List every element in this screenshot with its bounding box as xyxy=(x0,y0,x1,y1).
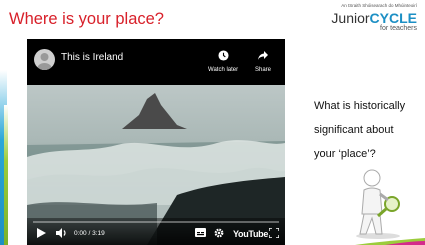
logo-wordmark: JuniorCYCLE xyxy=(331,11,417,25)
subtitles-icon[interactable] xyxy=(195,228,206,237)
youtube-video-player[interactable]: This is Ireland Watch later Share 0:00 /… xyxy=(27,39,285,245)
video-title[interactable]: This is Ireland xyxy=(61,52,123,63)
fullscreen-icon[interactable] xyxy=(269,228,279,238)
question-line-2: significant about xyxy=(314,124,394,136)
channel-avatar[interactable] xyxy=(34,49,55,70)
logo-tagline: An tSraith Shóisearach do Mhúinteoirí xyxy=(341,3,417,8)
watch-later-button[interactable]: Watch later xyxy=(208,48,238,73)
progress-bar[interactable] xyxy=(33,221,279,223)
logo-cycle: CYCLE xyxy=(369,10,417,26)
share-label: Share xyxy=(255,67,272,73)
clock-icon xyxy=(218,50,229,61)
question-line-1: What is historically xyxy=(314,100,406,112)
logo-subtitle: for teachers xyxy=(380,25,417,32)
share-icon xyxy=(258,51,268,60)
logo-junior: Junior xyxy=(331,10,370,26)
settings-icon[interactable] xyxy=(214,228,224,238)
time-display: 0:00 / 3:19 xyxy=(74,230,105,237)
watch-later-label: Watch later xyxy=(208,67,239,73)
share-button[interactable]: Share xyxy=(255,48,271,73)
decorative-swoosh xyxy=(355,238,425,245)
question-line-3: your ‘place’? xyxy=(314,148,376,160)
player-controls: 0:00 / 3:19 YouTube xyxy=(27,218,285,245)
magnifier-figure-illustration xyxy=(356,169,400,239)
junior-cycle-logo: An tSraith Shóisearach do Mhúinteoirí Ju… xyxy=(331,3,417,32)
slide-title: Where is your place? xyxy=(9,10,164,28)
play-icon[interactable] xyxy=(37,228,46,238)
youtube-logo-button[interactable]: YouTube xyxy=(233,229,268,239)
discussion-question: What is historically significant about y… xyxy=(314,94,420,166)
decorative-stripe-green xyxy=(4,105,8,245)
volume-icon[interactable] xyxy=(56,228,68,238)
